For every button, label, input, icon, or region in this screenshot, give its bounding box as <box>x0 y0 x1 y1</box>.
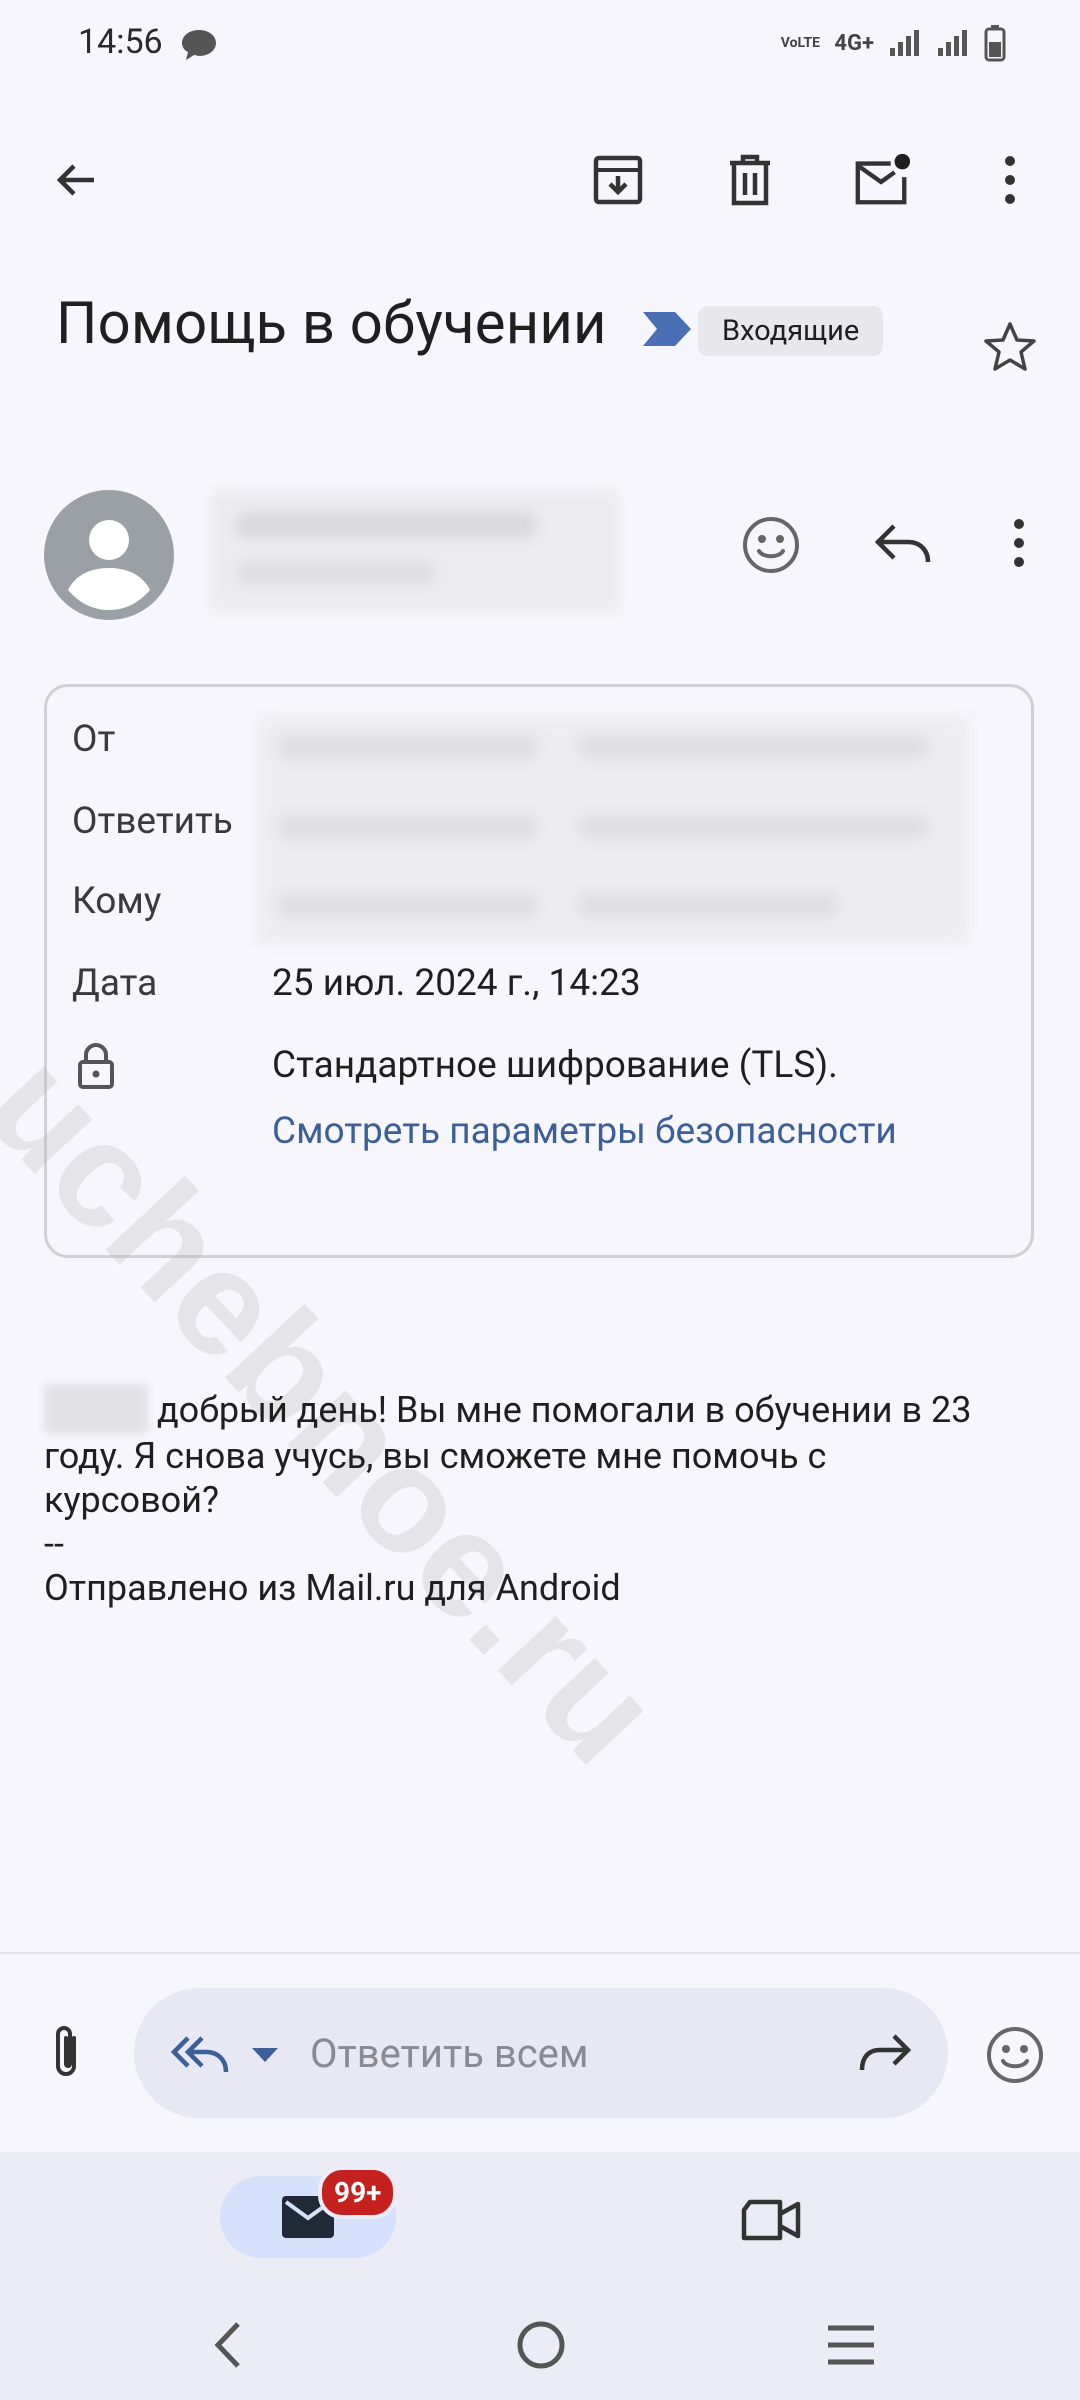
divider <box>0 1952 1080 1954</box>
menu-lines-icon <box>828 2325 874 2365</box>
unread-count-badge: 99+ <box>318 2166 398 2219</box>
encryption-value: Стандартное шифрование (TLS). <box>272 1044 838 1087</box>
video-camera-icon <box>741 2199 801 2241</box>
reply-to-label: Ответить <box>72 800 233 843</box>
system-home-button[interactable] <box>516 2320 566 2370</box>
forward-icon <box>859 2034 912 2071</box>
reply-all-icon[interactable] <box>170 2032 230 2078</box>
email-subject: Помощь в обучении <box>56 290 607 358</box>
attachment-icon <box>56 2026 76 2076</box>
label-chip[interactable]: Входящие <box>698 306 884 356</box>
more-options-button[interactable] <box>980 150 1040 210</box>
mark-unread-icon <box>855 153 911 205</box>
attach-button[interactable] <box>48 2024 84 2080</box>
date-value: 25 июл. 2024 г., 14:23 <box>272 962 641 1005</box>
from-label: От <box>72 718 116 761</box>
forward-button[interactable] <box>858 2030 912 2076</box>
security-details-link[interactable]: Смотреть параметры безопасности <box>272 1110 897 1153</box>
name-redacted <box>44 1384 148 1434</box>
person-icon <box>68 520 150 610</box>
signal-icon <box>890 30 919 56</box>
sender-avatar[interactable] <box>44 490 174 620</box>
home-circle-icon <box>517 2321 565 2369</box>
status-time: 14:56 <box>78 22 163 62</box>
sender-info-redacted <box>210 490 620 612</box>
mark-unread-button[interactable] <box>852 150 912 210</box>
chevron-left-icon <box>214 2322 240 2368</box>
to-label: Кому <box>72 880 162 923</box>
emoji-icon <box>743 517 799 573</box>
reply-all-placeholder: Ответить всем <box>310 2030 589 2077</box>
more-vert-icon <box>1005 156 1015 204</box>
chevron-down-icon <box>252 2048 278 2062</box>
delete-button[interactable] <box>720 150 780 210</box>
emoji-icon <box>987 2027 1043 2083</box>
reply-mode-dropdown[interactable] <box>250 2046 280 2064</box>
importance-marker-icon[interactable] <box>641 310 693 348</box>
body-line: -- <box>44 1523 64 1565</box>
system-recents-button[interactable] <box>826 2324 876 2366</box>
archive-icon <box>593 155 643 205</box>
body-line: добрый день! Вы мне помогали в обучении … <box>44 1384 1034 1434</box>
battery-icon <box>984 25 1006 62</box>
addresses-redacted <box>258 716 968 944</box>
system-back-button[interactable] <box>210 2320 244 2370</box>
message-notification-icon <box>180 28 218 62</box>
body-line: курсовой? <box>44 1479 219 1521</box>
body-line: Отправлено из Mail.ru для Android <box>44 1567 621 1609</box>
email-body: добрый день! Вы мне помогали в обучении … <box>44 1384 1034 1610</box>
back-arrow-icon <box>56 164 94 196</box>
signal-icon-2 <box>938 30 967 56</box>
emoji-reaction-button[interactable] <box>984 2024 1046 2086</box>
network-type: 4G+ <box>834 30 874 56</box>
message-more-button[interactable] <box>1012 518 1026 568</box>
back-button[interactable] <box>46 150 106 210</box>
more-vert-icon <box>1014 519 1024 567</box>
volte-icon: VoLTE <box>780 35 821 51</box>
trash-icon <box>730 154 770 206</box>
reply-icon <box>874 524 931 563</box>
star-icon <box>984 322 1036 371</box>
status-indicators: VoLTE 4G+ <box>780 24 1006 62</box>
nav-meet-tab[interactable] <box>740 2196 802 2244</box>
star-button[interactable] <box>982 320 1038 376</box>
reply-button[interactable] <box>874 520 932 568</box>
archive-button[interactable] <box>588 150 648 210</box>
date-label: Дата <box>72 962 158 1005</box>
add-reaction-button[interactable] <box>740 514 802 576</box>
body-line: году. Я снова учусь, вы сможете мне помо… <box>44 1435 827 1477</box>
